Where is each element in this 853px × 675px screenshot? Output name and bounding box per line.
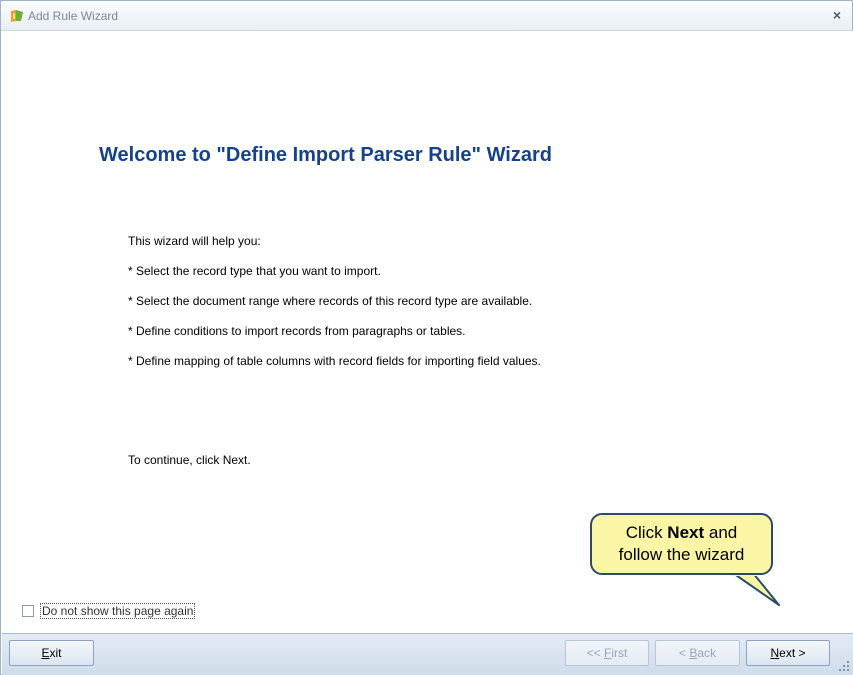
callout-pointer bbox=[731, 573, 780, 606]
app-icon bbox=[11, 10, 23, 22]
bullet-item: * Select the record type that you want t… bbox=[128, 264, 381, 278]
callout-bold-text: Next bbox=[667, 523, 705, 542]
resize-grip-icon[interactable] bbox=[838, 660, 850, 672]
first-button[interactable]: << First bbox=[565, 640, 649, 666]
bullet-item: * Select the document range where record… bbox=[128, 294, 533, 308]
first-label: irst bbox=[611, 646, 628, 660]
exit-label: xit bbox=[49, 646, 62, 660]
window-title: Add Rule Wizard bbox=[28, 9, 119, 23]
back-prefix: < bbox=[678, 646, 690, 660]
callout-text: and bbox=[704, 523, 738, 542]
exit-button[interactable]: Exit bbox=[9, 640, 94, 666]
next-label: ext > bbox=[779, 646, 806, 660]
next-button[interactable]: Next > bbox=[746, 640, 830, 666]
continue-text: To continue, click Next. bbox=[128, 453, 251, 467]
first-prefix: << bbox=[586, 646, 604, 660]
bullet-item: * Define conditions to import records fr… bbox=[128, 324, 466, 338]
exit-mnemonic: E bbox=[41, 646, 50, 660]
wizard-window: Add Rule Wizard × Welcome to "Define Imp… bbox=[0, 0, 853, 675]
callout-line-2: follow the wizard bbox=[618, 545, 745, 564]
intro-text: This wizard will help you: bbox=[128, 234, 261, 248]
back-button[interactable]: < Back bbox=[655, 640, 740, 666]
title-bar[interactable]: Add Rule Wizard × bbox=[1, 1, 852, 31]
close-icon[interactable]: × bbox=[828, 6, 846, 24]
wizard-footer: Exit << First < Back Next > bbox=[2, 633, 853, 675]
page-title: Welcome to "Define Import Parser Rule" W… bbox=[99, 144, 552, 166]
tooltip-callout: Click Next and follow the wizard bbox=[590, 513, 773, 575]
checkbox-box[interactable] bbox=[22, 604, 34, 617]
back-label: ack bbox=[697, 646, 717, 660]
dont-show-label[interactable]: Do not show this page again bbox=[40, 602, 196, 619]
dont-show-checkbox[interactable]: Do not show this page again bbox=[22, 602, 196, 619]
next-mnemonic: N bbox=[770, 646, 780, 660]
callout-text: Click bbox=[625, 523, 668, 542]
bullet-item: * Define mapping of table columns with r… bbox=[128, 354, 541, 368]
callout-line-1: Click Next and bbox=[592, 522, 771, 544]
